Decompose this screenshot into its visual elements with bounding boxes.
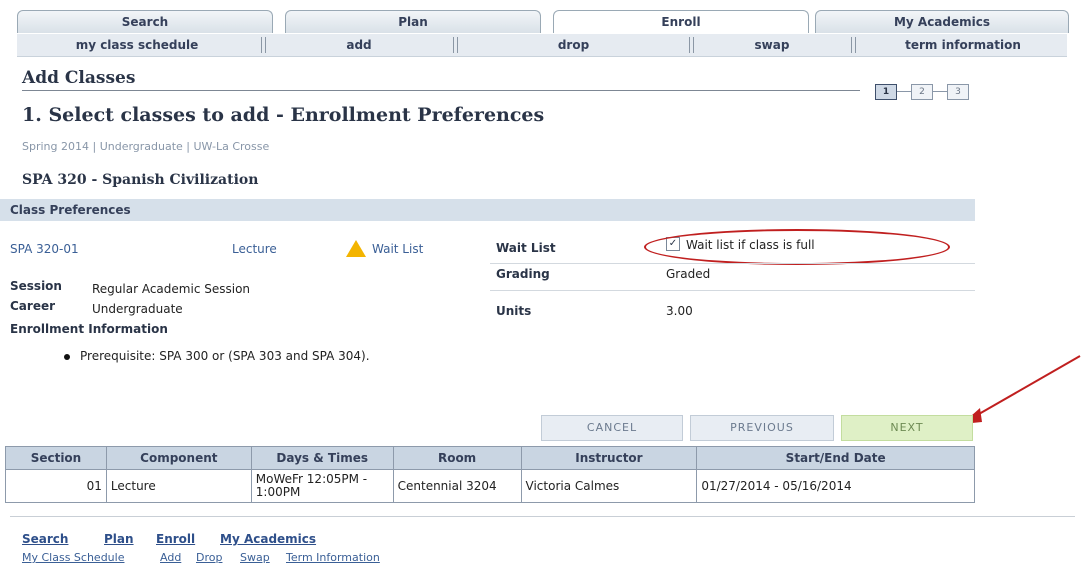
column-header-room: Room [392,446,522,470]
term-info: Spring 2014 | Undergraduate | UW-La Cros… [22,140,270,153]
warning-icon [346,240,366,257]
column-header-days-times: Days & Times [250,446,394,470]
cell-days-times: MoWeFr 12:05PM - 1:00PM [250,469,394,503]
subnav-my-class-schedule[interactable]: my class schedule [17,34,257,56]
footer-link-search[interactable]: Search [22,532,68,546]
tab-search[interactable]: Search [17,10,273,33]
session-value: Regular Academic Session [92,282,251,296]
footer-link-drop[interactable]: Drop [196,551,222,564]
page-heading: Add Classes [22,68,136,88]
footer-link-term-information[interactable]: Term Information [286,551,380,564]
subnav-bar: my class schedule add drop swap term inf… [17,34,1067,57]
subnav-term-information[interactable]: term information [859,34,1067,56]
subnav-swap[interactable]: swap [697,34,847,56]
cell-component: Lecture [105,469,252,503]
column-header-section: Section [5,446,107,470]
previous-button[interactable]: PREVIOUS [690,415,834,441]
footer-link-plan[interactable]: Plan [104,532,134,546]
subnav-separator [851,37,856,53]
next-button[interactable]: NEXT [841,415,973,441]
class-section-link[interactable]: SPA 320-01 [10,242,79,256]
page-title: 1. Select classes to add - Enrollment Pr… [22,104,545,126]
cell-section: 01 [5,469,107,503]
column-header-start-end-date: Start/End Date [696,446,975,470]
enrollment-info-label: Enrollment Information [10,322,168,336]
cell-room: Centennial 3204 [392,469,522,503]
session-label: Session [10,279,62,293]
subnav-separator [261,37,266,53]
column-header-instructor: Instructor [520,446,698,470]
grading-label: Grading [496,267,550,281]
cell-instructor: Victoria Calmes [520,469,698,503]
footer-link-my-class-schedule[interactable]: My Class Schedule [22,551,124,564]
class-preferences-bar [0,199,975,221]
row-divider [490,263,975,264]
step-connector [897,91,911,92]
class-preferences-title: Class Preferences [10,203,131,217]
bullet-icon [64,354,70,360]
step-2-indicator: 2 [911,84,933,100]
footer-divider [10,516,1075,517]
footer-link-add[interactable]: Add [160,551,181,564]
step-connector [933,91,947,92]
component-link[interactable]: Lecture [232,242,277,256]
tab-plan[interactable]: Plan [285,10,541,33]
wait-list-status: Wait List [372,242,424,256]
table-header-row: Section Component Days & Times Room Inst… [5,446,975,470]
column-header-component: Component [105,446,252,470]
subnav-drop[interactable]: drop [461,34,686,56]
wait-list-label: Wait List [496,241,556,255]
heading-divider [22,90,860,91]
table-row: 01 Lecture MoWeFr 12:05PM - 1:00PM Cente… [5,469,975,503]
tab-my-academics[interactable]: My Academics [815,10,1069,33]
career-value: Undergraduate [92,302,183,316]
highlight-oval-annotation [644,229,950,265]
footer-link-enroll[interactable]: Enroll [156,532,195,546]
step-1-indicator: 1 [875,84,897,100]
subnav-add[interactable]: add [269,34,449,56]
units-label: Units [496,304,532,318]
subnav-separator [689,37,694,53]
course-title: SPA 320 - Spanish Civilization [22,172,259,188]
cancel-button[interactable]: CANCEL [541,415,683,441]
subnav-separator [453,37,458,53]
prerequisite-text: Prerequisite: SPA 300 or (SPA 303 and SP… [80,349,370,363]
footer-link-my-academics[interactable]: My Academics [220,532,316,546]
tab-enroll[interactable]: Enroll [553,10,809,33]
cell-start-end-date: 01/27/2014 - 05/16/2014 [696,469,975,503]
class-schedule-table: Section Component Days & Times Room Inst… [5,446,975,503]
units-value: 3.00 [666,304,693,318]
grading-value: Graded [666,267,711,281]
step-3-indicator: 3 [947,84,969,100]
career-label: Career [10,299,56,313]
row-divider [490,290,975,291]
footer-link-swap[interactable]: Swap [240,551,270,564]
